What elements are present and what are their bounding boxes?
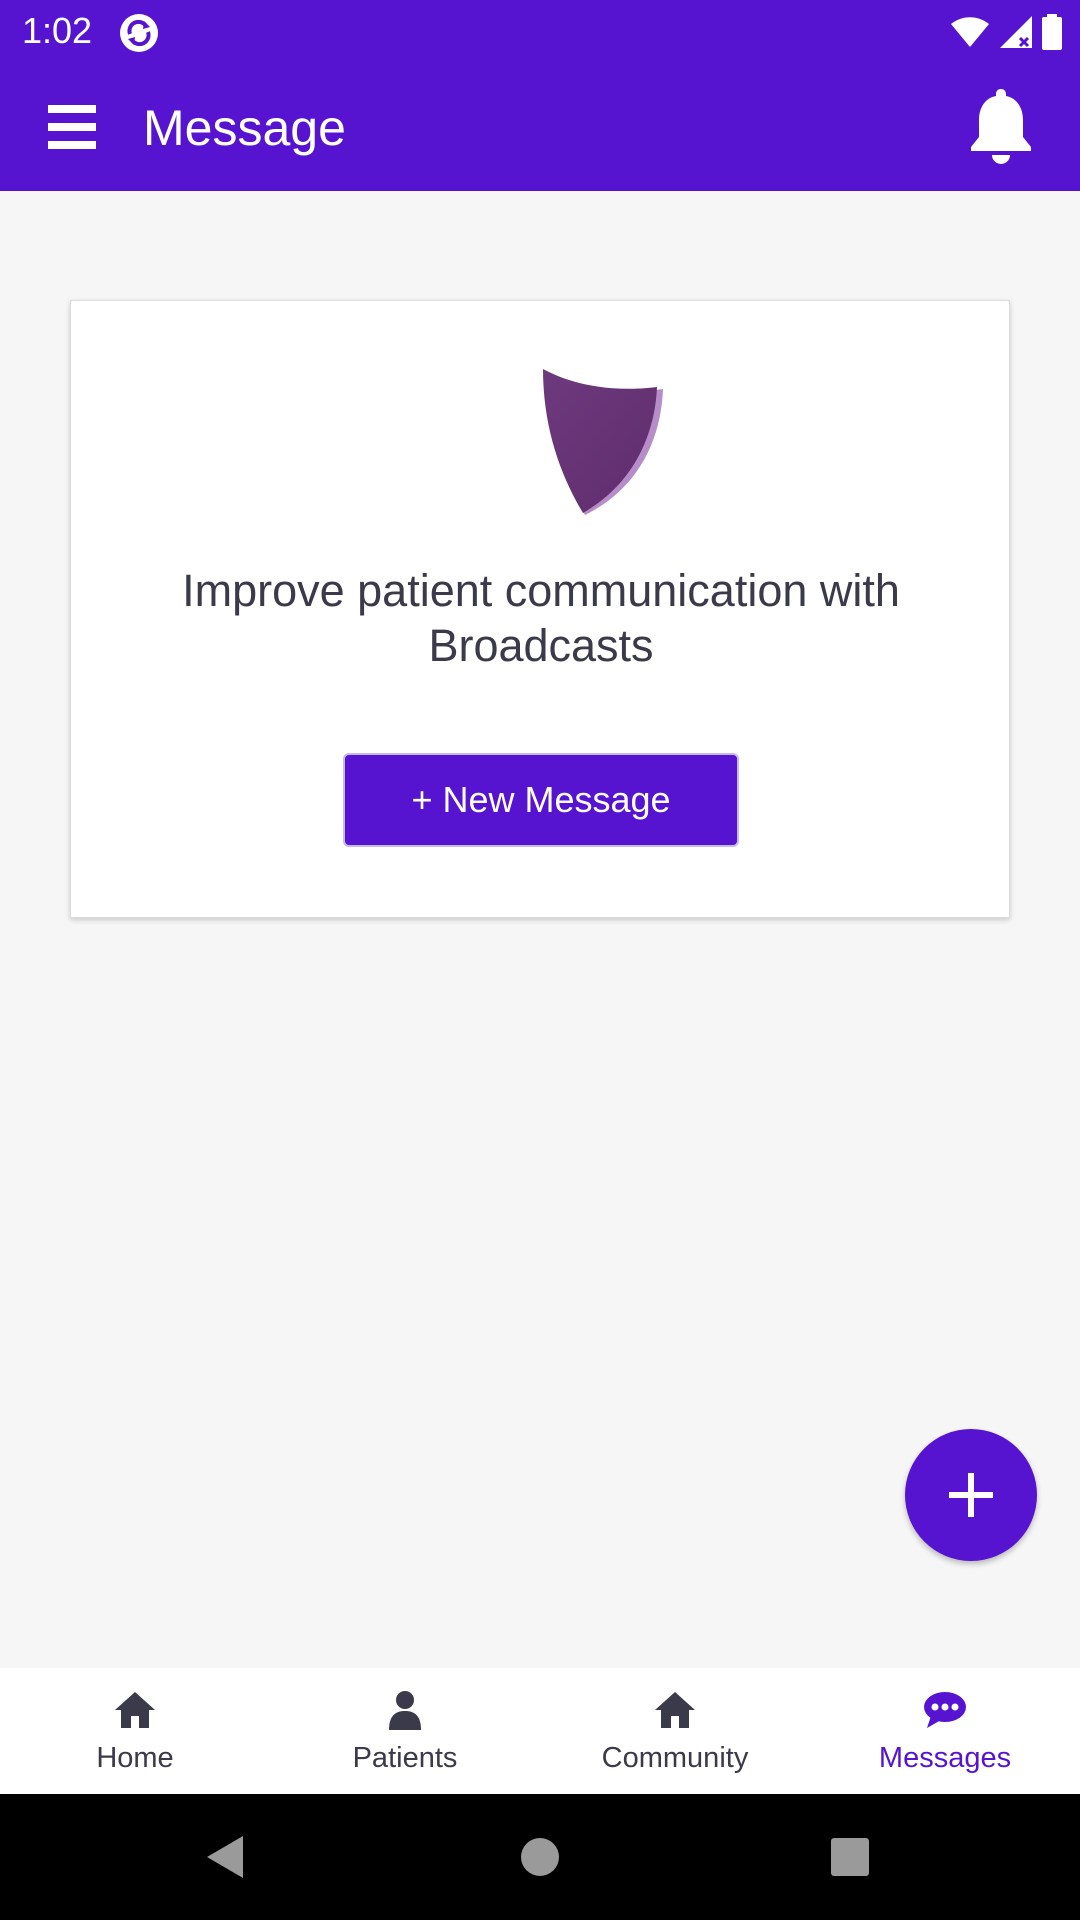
bell-icon[interactable] [968,85,1034,165]
page-title: Message [143,100,346,156]
status-icons [950,12,1062,52]
home-icon [115,1692,155,1728]
app-bar: Message [0,63,1080,191]
battery-icon [1042,14,1062,50]
app-sync-icon [120,14,158,52]
bottom-navigation: Home Patients Community Messages [0,1668,1080,1794]
chat-bubble-icon [924,1692,966,1728]
broadcast-promo-card: Improve patient communication with Broad… [70,300,1010,918]
hamburger-menu-icon[interactable] [48,105,96,149]
nav-item-home[interactable]: Home [0,1668,270,1794]
back-icon[interactable] [205,1834,245,1880]
nav-label-messages: Messages [878,1742,1012,1774]
wifi-icon [951,17,989,47]
plus-icon [949,1473,993,1517]
status-bar: 1:02 [0,0,1080,63]
promo-text: Improve patient communication with Broad… [182,565,900,671]
shield-icon [543,369,663,515]
home-icon [655,1692,695,1728]
nav-label-community: Community [601,1742,749,1774]
recents-square-icon[interactable] [830,1834,870,1880]
nav-item-patients[interactable]: Patients [270,1668,540,1794]
new-message-button[interactable]: + New Message [343,753,739,847]
nav-label-patients: Patients [352,1742,458,1774]
add-fab-button[interactable] [905,1429,1037,1561]
person-icon [389,1691,421,1730]
signal-icon [1000,16,1032,48]
nav-item-community[interactable]: Community [540,1668,810,1794]
nav-item-messages[interactable]: Messages [810,1668,1080,1794]
system-navigation-bar [0,1794,1080,1920]
nav-label-home: Home [96,1742,174,1774]
home-circle-icon[interactable] [520,1834,560,1880]
status-time: 1:02 [22,10,93,51]
